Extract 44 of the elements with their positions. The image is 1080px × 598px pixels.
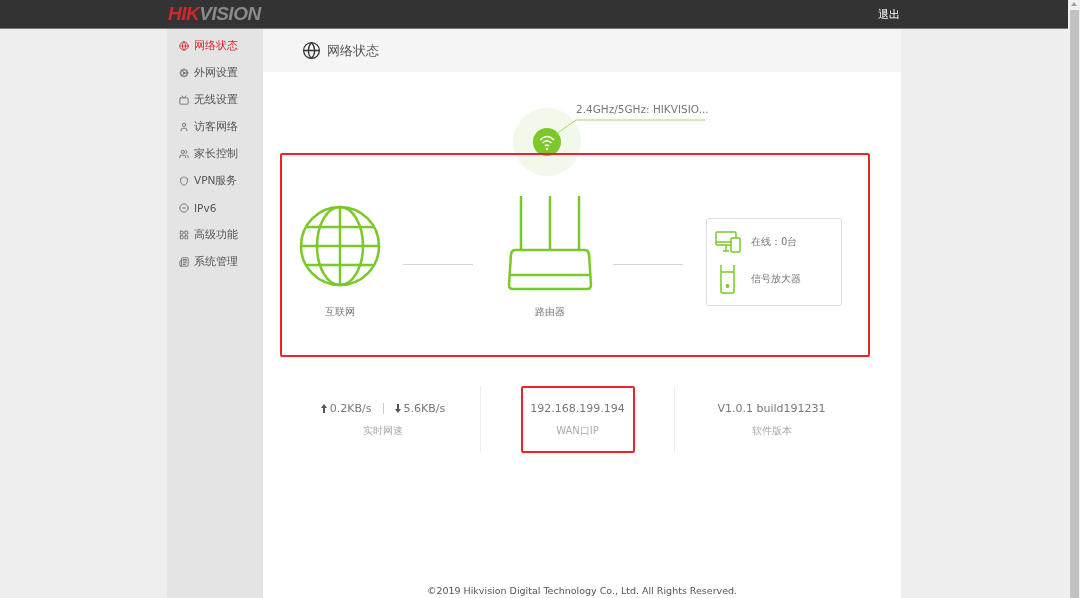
shield-icon <box>179 175 189 186</box>
devices-icon <box>715 230 741 253</box>
upload-arrow-icon <box>320 403 327 413</box>
download-arrow-icon <box>394 403 401 413</box>
globe-icon <box>179 40 189 51</box>
document-icon <box>179 256 189 267</box>
sidebar-item[interactable]: 外网设置 <box>167 59 263 86</box>
download-speed: 5.6KB/s <box>403 401 446 415</box>
scroll-up-icon[interactable] <box>1070 0 1078 8</box>
scrollbar[interactable] <box>1068 0 1080 598</box>
minus-circle-icon <box>179 202 189 213</box>
stat-label: 软件版本 <box>751 423 792 438</box>
screen-icon <box>179 94 189 105</box>
users-icon <box>179 148 189 159</box>
router-icon <box>506 195 593 291</box>
sidebar-item[interactable]: IPv6 <box>167 194 263 221</box>
stat-label: 实时网速 <box>363 423 403 438</box>
logout-link[interactable]: 退出 <box>878 6 900 22</box>
sidebar-item[interactable]: 家长控制 <box>167 140 263 167</box>
page-title: 网络状态 <box>327 41 379 60</box>
stat-value: 192.168.199.194 <box>530 401 625 415</box>
user-icon <box>179 121 189 132</box>
wifi-name: 2.4GHz/5GHz: HIKVISIO... <box>576 103 709 115</box>
node-label: 互联网 <box>325 305 355 319</box>
sidebar-item[interactable]: 网络状态 <box>167 32 263 59</box>
globe-icon <box>302 41 321 60</box>
stat-label: WAN口IP <box>556 423 599 438</box>
client-label: 信号放大器 <box>751 271 801 286</box>
sidebar-item[interactable]: 高级功能 <box>167 221 263 248</box>
sidebar-item[interactable]: 无线设置 <box>167 86 263 113</box>
client-label: 在线：0台 <box>751 234 798 249</box>
stat-value: V1.0.1 build191231 <box>717 401 826 415</box>
sidebar-item[interactable]: VPN服务 <box>167 167 263 194</box>
wifi-icon[interactable] <box>533 128 561 156</box>
sidebar-item[interactable]: 系统管理 <box>167 248 263 275</box>
gear-icon <box>179 67 189 78</box>
scrollbar-thumb[interactable] <box>1069 10 1079 598</box>
globe-icon <box>299 203 381 289</box>
copyright-text: ©2019 Hikvision Digital Technology Co., Ltd. All Rights Reserved. <box>425 585 739 598</box>
logo: HIKVISION <box>168 3 261 25</box>
grid-icon <box>179 229 189 240</box>
upload-speed: 0.2KB/s <box>329 401 372 415</box>
node-label: 路由器 <box>534 305 565 319</box>
sidebar-item[interactable]: 访客网络 <box>167 113 263 140</box>
